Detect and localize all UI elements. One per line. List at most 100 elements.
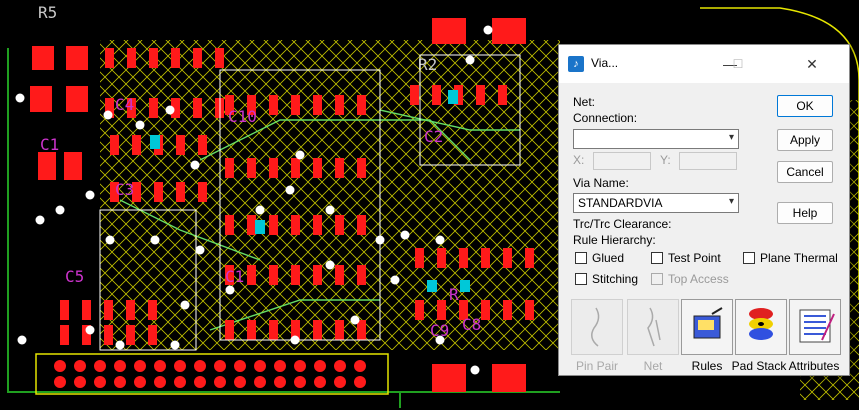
test-point-label: Test Point <box>668 251 721 265</box>
via[interactable] <box>35 215 45 225</box>
close-button[interactable]: ✕ <box>797 51 827 77</box>
via[interactable] <box>325 205 335 215</box>
pad-stack-label: Pad Stack <box>731 359 787 373</box>
via[interactable] <box>135 120 145 130</box>
via[interactable] <box>290 335 300 345</box>
stitching-checkbox[interactable]: Stitching <box>575 272 638 286</box>
via[interactable] <box>190 160 200 170</box>
via[interactable] <box>103 110 113 120</box>
via[interactable] <box>105 235 115 245</box>
via[interactable] <box>195 245 205 255</box>
apply-button[interactable]: Apply <box>777 129 833 151</box>
via-name-combo[interactable]: STANDARDVIA ▾ <box>573 193 739 213</box>
via[interactable] <box>435 335 445 345</box>
smd-pad <box>148 300 157 320</box>
smd-pad <box>225 320 234 340</box>
via[interactable] <box>55 205 65 215</box>
smd-pad <box>225 158 234 178</box>
via-name-value: STANDARDVIA <box>578 196 663 210</box>
via[interactable] <box>115 340 125 350</box>
via[interactable] <box>390 275 400 285</box>
connector-pad <box>154 360 166 372</box>
smd-pad <box>503 300 512 320</box>
smd-pad <box>60 300 69 320</box>
via[interactable] <box>255 205 265 215</box>
via[interactable] <box>15 93 25 103</box>
net-label: Net <box>643 359 663 373</box>
smd-pad <box>82 300 91 320</box>
smd-pad <box>193 48 202 68</box>
smd-pad <box>176 182 185 202</box>
smd-pad <box>313 215 322 235</box>
via[interactable] <box>150 235 160 245</box>
rules-button[interactable] <box>681 299 733 355</box>
checkbox-box[interactable] <box>575 252 587 264</box>
refdes-r5: R5 <box>38 3 57 22</box>
glued-checkbox[interactable]: Glued <box>575 251 624 265</box>
connector-pad <box>234 360 246 372</box>
y-label: Y: <box>660 153 671 167</box>
attributes-button[interactable] <box>789 299 841 355</box>
via[interactable] <box>225 285 235 295</box>
checkbox-box[interactable] <box>575 273 587 285</box>
smd-pad <box>437 300 446 320</box>
via[interactable] <box>400 230 410 240</box>
svg-text:C5: C5 <box>65 267 84 286</box>
connection-combo[interactable]: ▾ <box>573 129 739 149</box>
smd-pad <box>225 215 234 235</box>
smd-pad <box>291 265 300 285</box>
attributes-label: Attributes <box>788 359 840 373</box>
maximize-button[interactable]: ☐ <box>723 51 753 77</box>
connector-pad <box>194 376 206 388</box>
via[interactable] <box>165 105 175 115</box>
via[interactable] <box>85 325 95 335</box>
net-button[interactable] <box>627 299 679 355</box>
smd-pad <box>415 248 424 268</box>
checkbox-box[interactable] <box>651 252 663 264</box>
svg-text:C10: C10 <box>228 107 257 126</box>
via[interactable] <box>180 300 190 310</box>
x-field[interactable] <box>593 152 651 170</box>
svg-text:C3: C3 <box>115 180 134 199</box>
via[interactable] <box>435 235 445 245</box>
via[interactable] <box>85 190 95 200</box>
checkbox-box[interactable] <box>651 273 663 285</box>
pin-pair-label: Pin Pair <box>575 359 619 373</box>
top-access-checkbox[interactable]: Top Access <box>651 272 729 286</box>
pin-pair-button[interactable] <box>571 299 623 355</box>
via[interactable] <box>465 55 475 65</box>
plane-thermal-checkbox[interactable]: Plane Thermal <box>743 251 838 265</box>
ok-button[interactable]: OK <box>777 95 833 117</box>
smd-pad <box>247 215 256 235</box>
via[interactable] <box>350 315 360 325</box>
help-button[interactable]: Help <box>777 202 833 224</box>
connector-pad <box>254 376 266 388</box>
smd-pad <box>149 98 158 118</box>
via[interactable] <box>483 25 493 35</box>
via[interactable] <box>375 235 385 245</box>
via[interactable] <box>170 340 180 350</box>
rule-hierarchy-label: Rule Hierarchy: <box>573 233 656 247</box>
connection-label: Connection: <box>573 111 638 125</box>
smd-pad <box>104 325 113 345</box>
pad-stack-button[interactable] <box>735 299 787 355</box>
via[interactable] <box>285 185 295 195</box>
smd-pad <box>149 48 158 68</box>
cancel-button[interactable]: Cancel <box>777 161 833 183</box>
x-label: X: <box>573 153 585 167</box>
via[interactable] <box>17 335 27 345</box>
connector-pad <box>194 360 206 372</box>
y-field[interactable] <box>679 152 737 170</box>
smd-pad <box>291 95 300 115</box>
via[interactable] <box>470 365 480 375</box>
smd-pad <box>105 48 114 68</box>
smd-pad <box>357 95 366 115</box>
connector-pad <box>314 360 326 372</box>
dialog-titlebar[interactable]: ♪ Via... — ☐ ✕ <box>559 45 849 83</box>
via[interactable] <box>325 260 335 270</box>
chevron-down-icon: ▾ <box>728 132 734 143</box>
via[interactable] <box>295 150 305 160</box>
test-point-checkbox[interactable]: Test Point <box>651 251 721 265</box>
svg-text:C2: C2 <box>424 127 443 146</box>
checkbox-box[interactable] <box>743 252 755 264</box>
